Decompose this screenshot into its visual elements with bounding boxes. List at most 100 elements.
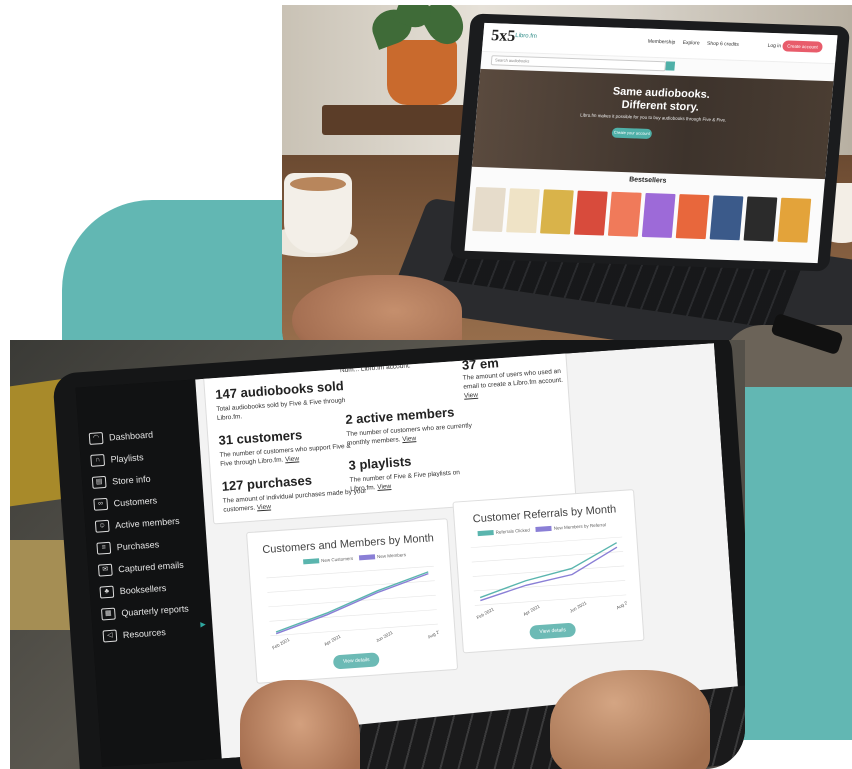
book-cover[interactable]	[506, 188, 540, 234]
view-details-button[interactable]: View details	[332, 652, 380, 670]
x-tick-label: Feb 2021	[271, 637, 290, 651]
sidebar-item-label: Booksellers	[119, 582, 167, 597]
login-link[interactable]: Log in	[767, 43, 781, 49]
cafe-laptop-photo: 5x5 Libro.fm Membership Explore Shop 6 c…	[282, 5, 852, 387]
sidebar-item-booksellers[interactable]: ♣ Booksellers	[99, 582, 167, 599]
book-cover[interactable]	[641, 192, 676, 238]
dashboard-laptop-photo: ◠ Dashboard ∩ Playlists ▤ Store info ∞ Custo…	[10, 340, 745, 769]
nav-link[interactable]: Membership	[648, 39, 676, 46]
receipt-icon: ≡	[96, 541, 112, 555]
sidebar-item-label: Customers	[113, 495, 158, 509]
chart-title: Customer Referrals by Month	[472, 503, 617, 526]
legend-label: New Members by Referral	[553, 522, 607, 531]
legend-swatch	[358, 554, 376, 561]
book-cover[interactable]	[540, 189, 574, 235]
five-and-five-logo: 5x5	[490, 27, 516, 45]
sidebar-item-label: Resources	[122, 627, 167, 641]
x-tick-label: Apr 2021	[323, 633, 342, 646]
customers-stat: 31 customers	[218, 427, 303, 448]
sidebar-item-quarterly-reports[interactable]: ▦ Quarterly reports	[100, 602, 190, 621]
legend-swatch	[477, 530, 494, 537]
sidebar-item-label: Playlists	[110, 452, 144, 465]
legend-item: Referrals Clicked	[477, 527, 531, 537]
captured-emails-desc: The amount of users who used an email to…	[462, 367, 564, 401]
gridline	[473, 580, 626, 592]
sidebar-item-playlists[interactable]: ∩ Playlists	[90, 451, 144, 467]
x-tick-label: Apr 2021	[522, 603, 541, 616]
customers-view-link[interactable]: View	[285, 455, 299, 463]
hero-title: Same audiobooks. Different story.	[612, 85, 711, 114]
book-cover[interactable]	[607, 191, 642, 237]
chevron-right-icon: ▶	[200, 621, 207, 629]
gridline	[474, 594, 627, 606]
nav-link[interactable]: Shop 6 credits	[707, 41, 739, 48]
nav-link[interactable]: Explore	[682, 40, 699, 47]
sidebar-item-label: Captured emails	[117, 559, 185, 575]
view-details-button[interactable]: View details	[529, 622, 577, 640]
book-cover[interactable]	[743, 196, 778, 242]
search-icon[interactable]	[665, 61, 676, 71]
series-line	[480, 546, 618, 602]
bookseller-icon: ♣	[99, 585, 115, 599]
megaphone-icon: ◁	[102, 629, 118, 643]
chart-legend: New Customers New Members	[303, 552, 407, 565]
sidebar-item-captured-emails[interactable]: ✉ Captured emails	[97, 559, 185, 577]
active-members-view-link[interactable]: View	[402, 435, 416, 443]
legend-item: New Members by Referral	[535, 522, 607, 533]
book-cover[interactable]	[777, 197, 812, 243]
gridline	[268, 594, 436, 608]
legend-label: New Customers	[321, 555, 354, 564]
captured-emails-view-link[interactable]: View	[464, 392, 478, 400]
coffee	[290, 177, 346, 191]
sidebar-item-resources[interactable]: ◁ Resources	[102, 626, 167, 643]
glasses-icon: ∞	[93, 497, 109, 511]
purchases-view-link[interactable]: View	[257, 503, 271, 511]
dashboard-icon: ◠	[88, 431, 104, 445]
bestseller-covers	[472, 187, 821, 249]
right-hand	[550, 670, 710, 769]
book-cover[interactable]	[709, 195, 744, 241]
customers-members-line-chart: Feb 2021 Apr 2021 Jun 2021 Aug 2021	[266, 565, 439, 651]
envelope-icon: ✉	[97, 563, 113, 577]
plant-pot	[387, 40, 457, 105]
chart-legend: Referrals Clicked New Members by Referra…	[477, 522, 607, 537]
sidebar-item-label: Store info	[111, 473, 151, 487]
sidebar-item-dashboard[interactable]: ◠ Dashboard	[88, 429, 154, 445]
sidebar-item-customers[interactable]: ∞ Customers	[93, 494, 158, 511]
gridline	[266, 565, 434, 579]
libro-website-screen: 5x5 Libro.fm Membership Explore Shop 6 c…	[464, 22, 838, 264]
x-tick-label: Feb 2021	[476, 606, 495, 620]
legend-label: New Members	[376, 552, 407, 560]
report-icon: ▦	[100, 607, 116, 621]
sidebar-item-label: Dashboard	[108, 429, 154, 443]
site-nav-links: Membership Explore Shop 6 credits	[648, 39, 746, 48]
legend-swatch	[535, 526, 552, 533]
create-account-button[interactable]: Create account	[782, 40, 823, 53]
users-icon: ☺	[94, 519, 110, 533]
sidebar-item-label: Purchases	[116, 539, 160, 553]
libro-logo: Libro.fm	[514, 33, 538, 40]
book-cover[interactable]	[675, 194, 710, 240]
x-tick-label: Aug 2021	[427, 626, 439, 640]
hero-banner: Same audiobooks. Different story. Libro.…	[471, 68, 834, 180]
sidebar-item-label: Active members	[114, 515, 180, 531]
referrals-line-chart: Feb 2021 Apr 2021 Jun 2021 Aug 2021	[470, 536, 628, 620]
store-icon: ▤	[91, 475, 107, 489]
gridline	[470, 536, 623, 548]
referrals-chart-card: Customer Referrals by Month Referrals Cl…	[452, 489, 645, 654]
sidebar-item-label: Quarterly reports	[121, 603, 190, 619]
playlists-view-link[interactable]: View	[377, 483, 391, 491]
legend-item: New Members	[358, 552, 407, 561]
sidebar-item-active-members[interactable]: ☺ Active members	[94, 515, 180, 533]
gridline	[269, 609, 437, 622]
hero-create-account-button[interactable]: Create your account	[611, 127, 653, 140]
book-cover[interactable]	[573, 190, 608, 236]
sidebar-item-store-info[interactable]: ▤ Store info	[91, 473, 151, 489]
book-cover[interactable]	[472, 187, 506, 233]
playlists-desc-text: The number of Five & Five playlists on L…	[349, 469, 461, 493]
x-tick-label: Jun 2021	[569, 600, 588, 614]
playlists-stat: 3 playlists	[348, 453, 412, 473]
teal-block-right	[742, 380, 852, 740]
site-search-input[interactable]: Search audiobooks	[490, 55, 667, 72]
sidebar-item-purchases[interactable]: ≡ Purchases	[96, 538, 160, 555]
